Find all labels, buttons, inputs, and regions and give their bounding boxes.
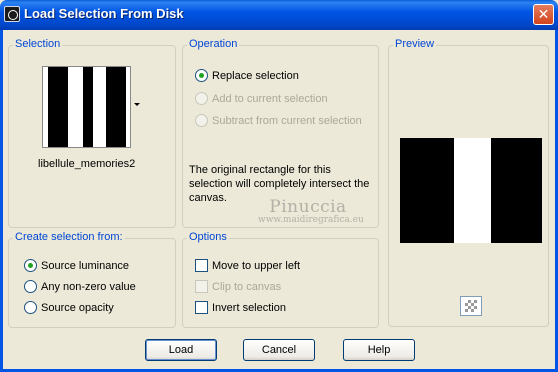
- source-opacity-label: Source opacity: [41, 301, 114, 314]
- thumbnail-black-bar-left: [48, 67, 68, 147]
- options-group-label: Options: [187, 231, 229, 243]
- dropdown-arrow-icon[interactable]: [134, 103, 140, 106]
- cancel-button[interactable]: Cancel: [243, 339, 315, 361]
- preview-white-band: [454, 138, 491, 243]
- checkbox-icon[interactable]: [195, 259, 208, 272]
- window-title: Load Selection From Disk: [24, 6, 184, 21]
- selection-thumbnail-dropdown[interactable]: [42, 66, 131, 148]
- preview-image: [400, 138, 542, 243]
- radio-checked-icon[interactable]: [24, 259, 37, 272]
- checkerboard-icon: [465, 300, 477, 312]
- window-frame-left: [0, 30, 3, 372]
- replace-selection-radio[interactable]: Replace selection: [195, 69, 299, 82]
- source-luminance-radio[interactable]: Source luminance: [24, 259, 129, 272]
- selection-name: libellule_memories2: [38, 158, 136, 170]
- any-non-zero-radio[interactable]: Any non-zero value: [24, 280, 136, 293]
- radio-checked-icon[interactable]: [195, 69, 208, 82]
- move-to-upper-left-checkbox[interactable]: Move to upper left: [195, 259, 300, 272]
- help-button[interactable]: Help: [343, 339, 415, 361]
- create-selection-group-label: Create selection from:: [13, 231, 125, 243]
- close-icon: ✕: [537, 6, 550, 22]
- preview-group-label: Preview: [393, 38, 437, 50]
- move-to-upper-left-label: Move to upper left: [212, 259, 301, 272]
- add-to-selection-radio: Add to current selection: [195, 92, 328, 105]
- app-icon: [4, 6, 20, 22]
- source-opacity-radio[interactable]: Source opacity: [24, 301, 114, 314]
- invert-selection-label: Invert selection: [212, 301, 286, 314]
- replace-selection-label: Replace selection: [212, 69, 299, 82]
- watermark-name: Pinuccia: [269, 197, 347, 217]
- source-luminance-label: Source luminance: [41, 259, 130, 272]
- thumbnail-black-bar-right: [106, 67, 126, 147]
- watermark-url: www.maidiregrafica.eu: [258, 215, 364, 225]
- title-bar[interactable]: Load Selection From Disk ✕: [0, 0, 558, 30]
- radio-unchecked-icon[interactable]: [24, 301, 37, 314]
- operation-group-label: Operation: [187, 38, 240, 50]
- clip-to-canvas-label: Clip to canvas: [212, 280, 282, 293]
- invert-selection-checkbox[interactable]: Invert selection: [195, 301, 286, 314]
- clip-to-canvas-checkbox: Clip to canvas: [195, 280, 281, 293]
- load-button[interactable]: Load: [145, 339, 217, 361]
- radio-disabled-icon: [195, 114, 208, 127]
- radio-unchecked-icon[interactable]: [24, 280, 37, 293]
- subtract-selection-label: Subtract from current selection: [212, 114, 362, 127]
- add-to-selection-label: Add to current selection: [212, 92, 328, 105]
- subtract-selection-radio: Subtract from current selection: [195, 114, 362, 127]
- checkbox-disabled-icon: [195, 280, 208, 293]
- selection-group-label: Selection: [13, 38, 63, 50]
- transparency-toggle-button[interactable]: [460, 296, 482, 316]
- radio-disabled-icon: [195, 92, 208, 105]
- thumbnail-black-bar-mid: [83, 67, 93, 147]
- any-non-zero-label: Any non-zero value: [41, 280, 136, 293]
- watermark: Pinuccia www.maidiregrafica.eu: [258, 197, 364, 225]
- checkbox-icon[interactable]: [195, 301, 208, 314]
- close-button[interactable]: ✕: [533, 4, 554, 25]
